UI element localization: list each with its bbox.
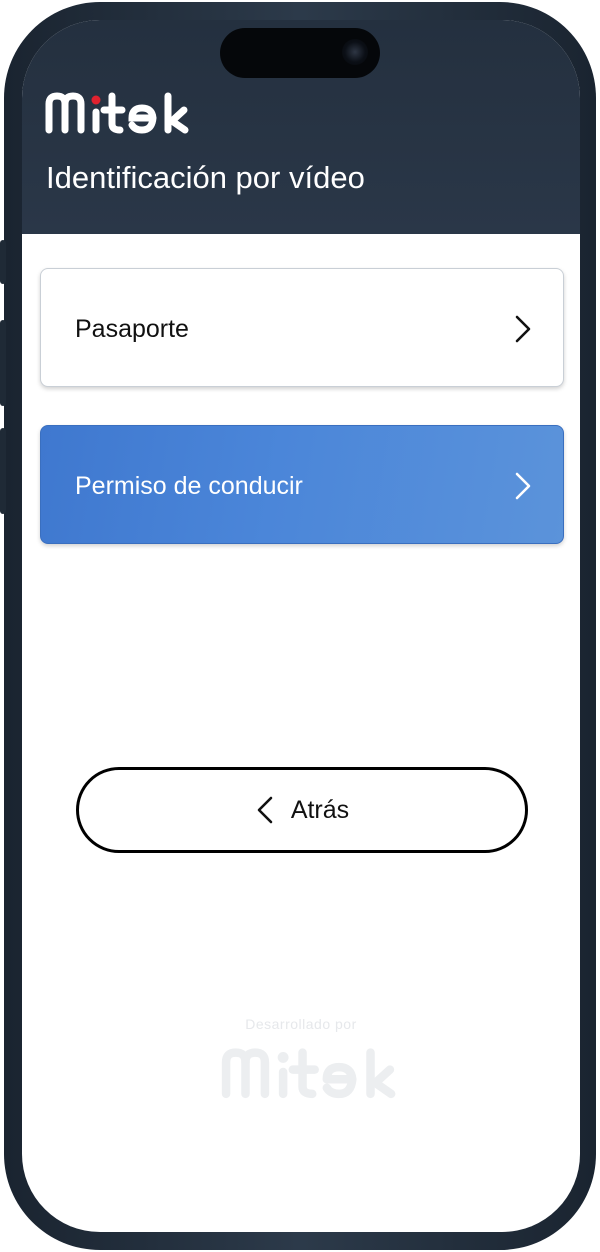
back-button[interactable]: Atrás <box>76 767 528 853</box>
powered-by-label: Desarrollado por <box>245 1016 357 1032</box>
option-passport-label: Pasaporte <box>75 315 189 343</box>
back-button-content: Atrás <box>79 770 525 850</box>
mitek-logo <box>45 92 189 134</box>
front-camera-icon <box>342 39 368 65</box>
back-button-label: Atrás <box>290 795 350 824</box>
app-screen: Identificación por vídeo Pasaporte Permi… <box>22 20 580 1232</box>
volume-down-button <box>0 428 6 514</box>
app-header: Identificación por vídeo <box>22 20 580 234</box>
volume-up-button <box>0 320 6 406</box>
option-drivers-license[interactable]: Permiso de conducir <box>40 425 564 544</box>
option-passport[interactable]: Pasaporte <box>40 268 564 387</box>
chevron-right-icon <box>515 315 531 343</box>
action-button <box>0 240 6 284</box>
page-title: Identificación por vídeo <box>46 160 365 195</box>
chevron-left-icon <box>257 796 273 824</box>
chevron-right-icon <box>515 472 531 500</box>
option-drivers-license-label: Permiso de conducir <box>75 472 303 500</box>
footer-mitek-logo <box>221 1048 396 1099</box>
dynamic-island <box>220 28 380 78</box>
